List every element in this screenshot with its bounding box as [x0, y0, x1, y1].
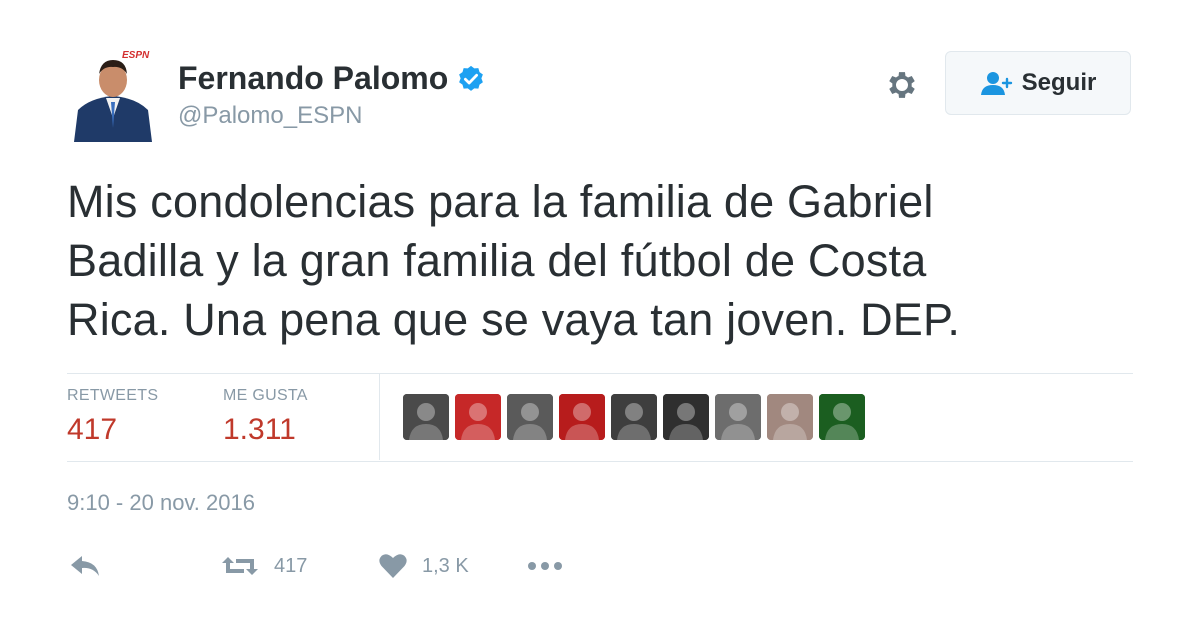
reply-button[interactable] — [68, 552, 102, 580]
like-button[interactable]: 1,3 K — [378, 552, 469, 580]
likes-count[interactable]: 1.311 — [223, 413, 296, 447]
liker-avatar[interactable] — [819, 394, 865, 440]
liker-avatar-image — [767, 394, 813, 440]
tweet-text-line: Badilla y la gran familia del fútbol de … — [67, 235, 927, 286]
tweet-text-line: Rica. Una pena que se vaya tan joven. DE… — [67, 294, 961, 345]
liker-avatar[interactable] — [507, 394, 553, 440]
liker-avatar[interactable] — [611, 394, 657, 440]
liker-avatar-image — [559, 394, 605, 440]
liker-avatar-image — [455, 394, 501, 440]
verified-badge-icon — [459, 65, 484, 91]
retweet-icon — [222, 557, 258, 575]
follow-button-label: Seguir — [1021, 69, 1097, 96]
tweet-text-line: Mis condolencias para la familia de Gabr… — [67, 176, 934, 227]
user-handle[interactable]: @Palomo_ESPN — [178, 102, 362, 130]
espn-logo: ESPN — [122, 50, 150, 61]
retweets-label[interactable]: RETWEETS — [67, 387, 158, 405]
liker-avatar-image — [819, 394, 865, 440]
liker-avatar-image — [611, 394, 657, 440]
liker-avatar[interactable] — [559, 394, 605, 440]
heart-icon — [379, 554, 407, 578]
likers-avatars — [403, 394, 871, 440]
tweet-text: Mis condolencias para la familia de Gabr… — [67, 172, 1067, 349]
follow-button[interactable]: Seguir — [945, 51, 1131, 115]
divider — [67, 373, 1133, 374]
liker-avatar[interactable] — [455, 394, 501, 440]
liker-avatar[interactable] — [767, 394, 813, 440]
user-name[interactable]: Fernando Palomo — [178, 60, 486, 97]
liker-avatar-image — [403, 394, 449, 440]
liker-avatar[interactable] — [663, 394, 709, 440]
reply-icon — [71, 556, 99, 576]
retweet-action-count: 417 — [274, 554, 308, 577]
retweet-button[interactable]: 417 — [220, 552, 307, 580]
tweet-timestamp[interactable]: 9:10 - 20 nov. 2016 — [67, 490, 255, 516]
like-action-count: 1,3 K — [422, 554, 469, 577]
liker-avatar-image — [663, 394, 709, 440]
more-icon — [528, 562, 562, 570]
retweets-count[interactable]: 417 — [67, 413, 117, 447]
stats-separator — [379, 374, 380, 460]
divider — [67, 461, 1133, 462]
avatar[interactable]: ESPN — [70, 48, 156, 142]
liker-avatar[interactable] — [403, 394, 449, 440]
liker-avatar-image — [507, 394, 553, 440]
tweet-card: ESPN Fernando Palomo @Palomo_ESPN Seguir… — [0, 0, 1200, 642]
liker-avatar[interactable] — [715, 394, 761, 440]
user-name-text[interactable]: Fernando Palomo — [178, 60, 448, 97]
liker-avatar-image — [715, 394, 761, 440]
likes-label[interactable]: ME GUSTA — [223, 387, 308, 405]
gear-icon[interactable] — [884, 67, 920, 103]
follow-user-icon — [980, 72, 1012, 95]
more-button[interactable] — [526, 556, 564, 576]
